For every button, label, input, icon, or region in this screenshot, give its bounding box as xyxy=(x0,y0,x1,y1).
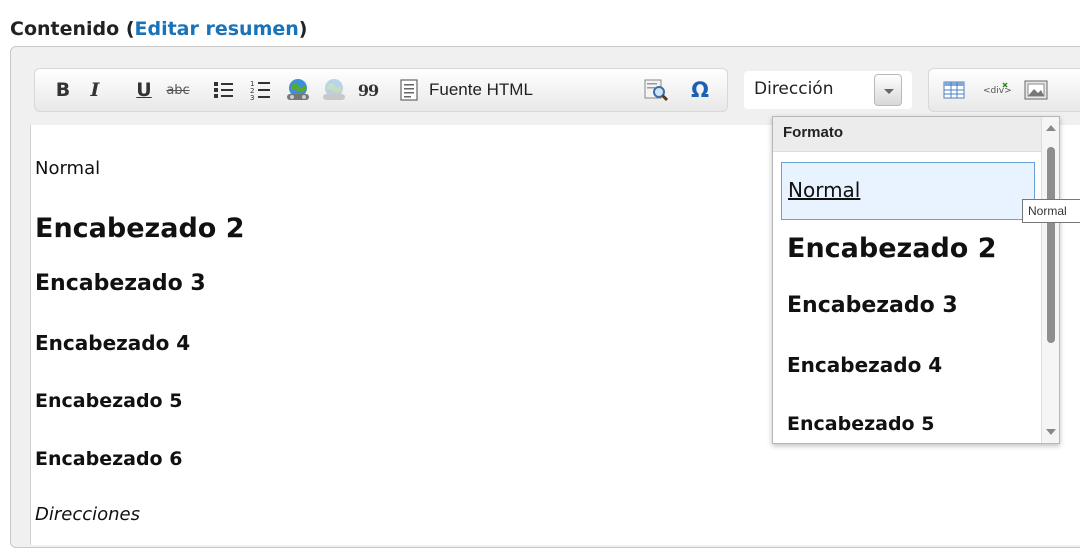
bold-icon: B xyxy=(55,79,71,101)
strikethrough-button[interactable]: abc xyxy=(163,69,193,111)
svg-text:<div>: <div> xyxy=(983,86,1011,96)
underline-icon: U xyxy=(136,79,152,101)
blockquote-button[interactable]: 99 xyxy=(355,69,381,111)
content-line-heading-4: Encabezado 4 xyxy=(35,331,191,355)
table-icon xyxy=(943,81,965,99)
content-line-address: Direcciones xyxy=(35,504,141,525)
find-icon xyxy=(644,79,668,101)
scroll-up-icon[interactable] xyxy=(1046,125,1056,131)
table-button[interactable] xyxy=(941,69,967,111)
svg-text:3: 3 xyxy=(250,94,254,101)
format-panel-title: Formato xyxy=(783,124,843,141)
bullet-list-button[interactable] xyxy=(211,69,237,111)
unlink-button[interactable] xyxy=(319,69,349,111)
format-option-label: Encabezado 5 xyxy=(787,413,935,435)
strikethrough-icon: abc xyxy=(166,82,190,98)
content-line-normal: Normal xyxy=(35,158,101,179)
numbered-list-icon: 1 2 3 xyxy=(250,80,270,101)
link-button[interactable] xyxy=(283,69,313,111)
format-option-normal[interactable]: Normal xyxy=(781,162,1035,220)
field-label-text: Contenido xyxy=(10,18,120,40)
format-option-label: Encabezado 4 xyxy=(787,353,943,377)
bold-button[interactable]: B xyxy=(49,69,77,111)
bullet-list-icon xyxy=(214,82,233,98)
scroll-thumb[interactable] xyxy=(1047,147,1055,343)
numbered-list-button[interactable]: 1 2 3 xyxy=(247,69,275,111)
source-html-label: Fuente HTML xyxy=(429,80,533,99)
format-option-heading-3[interactable]: Encabezado 3 xyxy=(781,287,1033,333)
format-option-label: Normal xyxy=(788,178,861,202)
format-option-heading-4[interactable]: Encabezado 4 xyxy=(781,347,1033,391)
image-button[interactable] xyxy=(1021,69,1051,111)
format-option-label: Encabezado 2 xyxy=(787,233,997,264)
unlink-icon xyxy=(323,79,345,100)
scroll-down-icon[interactable] xyxy=(1046,429,1056,435)
chevron-down-icon[interactable] xyxy=(874,74,902,106)
format-option-heading-2[interactable]: Encabezado 2 xyxy=(781,225,1033,277)
format-option-label: Encabezado 3 xyxy=(787,293,958,318)
italic-icon: I xyxy=(90,79,100,101)
div-icon: <div> xyxy=(983,82,1011,96)
image-icon xyxy=(1024,80,1048,100)
field-label-open-paren: ( xyxy=(125,18,135,40)
format-panel-scrollbar[interactable] xyxy=(1041,117,1059,443)
format-panel-header: Formato xyxy=(773,117,1041,152)
toolbar-insert-group: <div> xyxy=(928,68,1080,112)
italic-button[interactable]: I xyxy=(81,69,109,111)
source-html-button[interactable]: Fuente HTML xyxy=(387,69,633,111)
format-combo-value: Dirección xyxy=(754,79,834,99)
special-character-icon: Ω xyxy=(691,78,709,102)
underline-button[interactable]: U xyxy=(131,69,157,111)
edit-summary-link[interactable]: Editar resumen xyxy=(135,18,299,40)
blockquote-icon: 99 xyxy=(357,80,379,100)
field-label: Contenido (Editar resumen) xyxy=(10,18,307,40)
source-icon xyxy=(400,79,418,101)
field-label-close-paren: ) xyxy=(298,18,308,40)
format-option-heading-5[interactable]: Encabezado 5 xyxy=(781,407,1033,443)
content-line-heading-3: Encabezado 3 xyxy=(35,271,206,296)
link-icon xyxy=(287,79,309,100)
div-button[interactable]: <div> xyxy=(979,69,1013,111)
format-dropdown-panel: Formato Normal Encabezado 2 Encabezado 3… xyxy=(772,116,1060,444)
tooltip: Normal xyxy=(1022,199,1080,223)
toolbar-main-group: B I U abc 1 2 3 99 Fuente HTML Ω xyxy=(34,68,728,112)
find-button[interactable] xyxy=(641,69,671,111)
content-line-heading-5: Encabezado 5 xyxy=(35,390,183,412)
format-combo[interactable]: Dirección xyxy=(744,71,912,109)
content-line-heading-6: Encabezado 6 xyxy=(35,448,183,470)
special-character-button[interactable]: Ω xyxy=(685,69,715,111)
content-line-heading-2: Encabezado 2 xyxy=(35,213,245,244)
